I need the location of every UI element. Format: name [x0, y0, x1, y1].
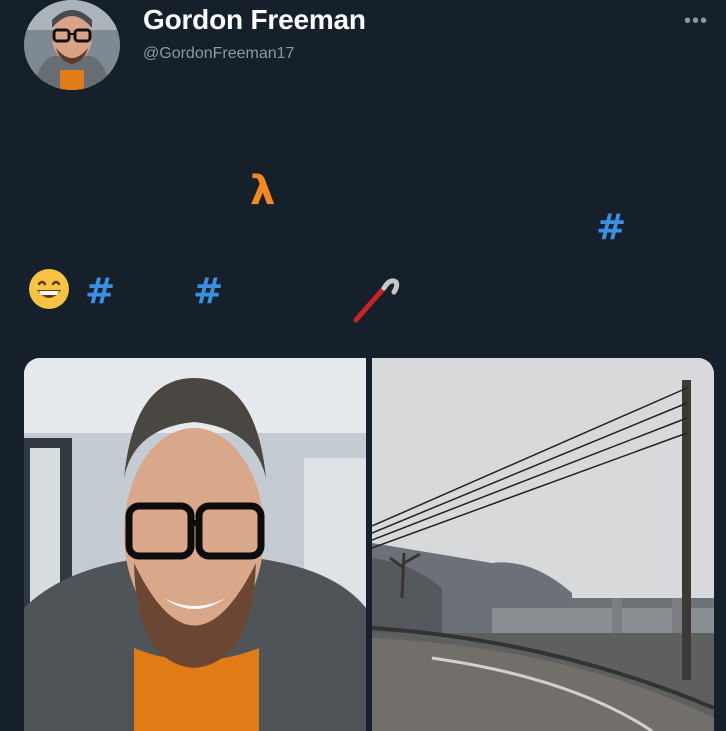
- lambda-symbol: λ: [250, 168, 276, 214]
- hashtag-symbol[interactable]: #: [85, 271, 115, 312]
- avatar[interactable]: [24, 0, 120, 90]
- hashtag-symbol[interactable]: #: [193, 271, 223, 312]
- author-name[interactable]: Gordon Freeman: [143, 4, 366, 36]
- selfie-photo[interactable]: [24, 358, 366, 731]
- grinning-face-emoji: [29, 269, 69, 309]
- author-handle[interactable]: @GordonFreeman17: [143, 45, 294, 63]
- crowbar-icon: [353, 278, 400, 323]
- selfie-photo-graphic: [24, 358, 366, 731]
- more-horizontal-icon[interactable]: •••: [684, 10, 708, 33]
- post-header: Gordon Freeman @GordonFreeman17 •••: [0, 0, 726, 100]
- media-grid: [24, 358, 714, 731]
- hashtag-symbol[interactable]: #: [596, 207, 626, 248]
- road-landscape-graphic: [372, 358, 714, 731]
- avatar-photo: [24, 0, 120, 90]
- road-landscape-photo[interactable]: [372, 358, 714, 731]
